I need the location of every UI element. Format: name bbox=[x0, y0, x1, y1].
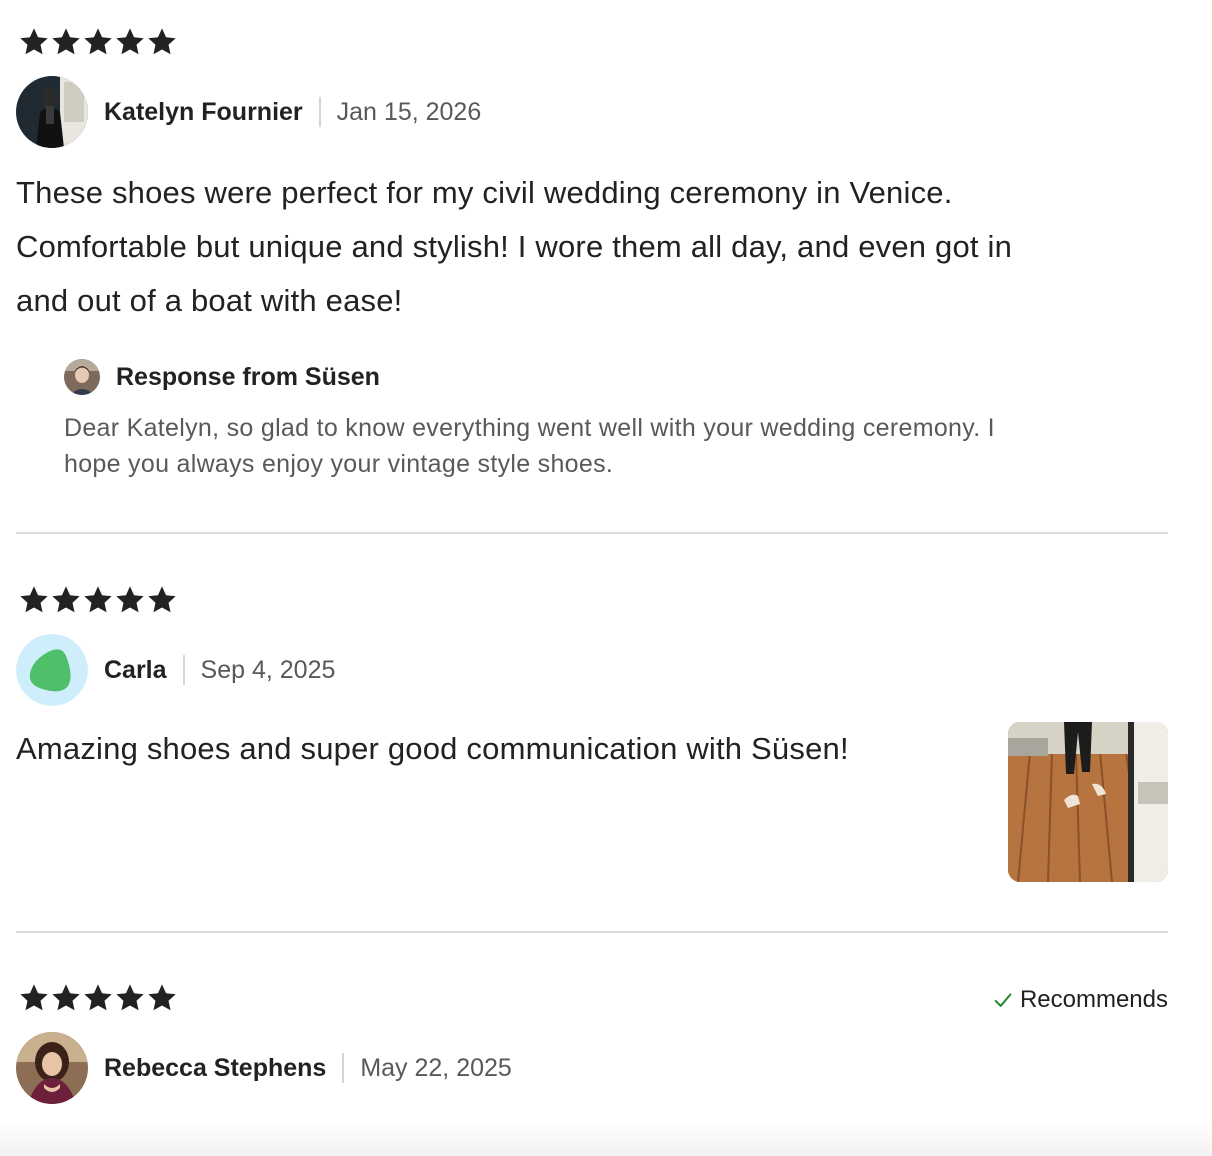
star-icon bbox=[146, 982, 178, 1014]
rating-stars bbox=[18, 26, 178, 60]
star-icon bbox=[82, 584, 114, 616]
star-icon bbox=[146, 584, 178, 616]
review-text: These shoes were perfect for my civil we… bbox=[16, 166, 1012, 328]
rating-stars bbox=[18, 982, 178, 1016]
star-icon bbox=[114, 584, 146, 616]
reviewer-name[interactable]: Carla bbox=[104, 656, 167, 685]
reviewer-byline: Katelyn Fournier Jan 15, 2026 bbox=[16, 76, 481, 148]
review-text-line: Comfortable but unique and stylish! I wo… bbox=[16, 229, 1013, 264]
reviewer-name[interactable]: Rebecca Stephens bbox=[104, 1054, 326, 1083]
star-icon bbox=[114, 26, 146, 58]
avatar[interactable] bbox=[16, 634, 88, 706]
recommends-badge: Recommends bbox=[992, 986, 1168, 1014]
star-icon bbox=[50, 584, 82, 616]
byline-divider bbox=[182, 655, 185, 685]
star-icon bbox=[18, 584, 50, 616]
byline-divider bbox=[318, 97, 321, 127]
reviewer-name[interactable]: Katelyn Fournier bbox=[104, 98, 303, 127]
review-text: Amazing shoes and super good communicati… bbox=[16, 731, 849, 766]
byline-divider bbox=[342, 1053, 345, 1083]
recommends-label: Recommends bbox=[1019, 986, 1168, 1013]
star-icon bbox=[114, 982, 146, 1014]
response-title: Response from Süsen bbox=[116, 362, 380, 391]
reviews-list: Katelyn Fournier Jan 15, 2026 These shoe… bbox=[0, 0, 1212, 1156]
star-icon bbox=[82, 26, 114, 58]
star-icon bbox=[82, 982, 114, 1014]
star-icon bbox=[50, 26, 82, 58]
reviewer-byline: Rebecca Stephens May 22, 2025 bbox=[16, 1032, 512, 1104]
rating-stars bbox=[18, 584, 178, 618]
review-date: May 22, 2025 bbox=[360, 1053, 512, 1082]
star-icon bbox=[18, 26, 50, 58]
response-text-line: Dear Katelyn, so glad to know everything… bbox=[64, 414, 995, 442]
seller-response: Response from Süsen Dear Katelyn, so gla… bbox=[64, 358, 1144, 482]
review-date: Jan 15, 2026 bbox=[336, 97, 482, 126]
review-photo[interactable] bbox=[1008, 722, 1168, 882]
response-text: Dear Katelyn, so glad to know everything… bbox=[64, 410, 1144, 482]
review-text-line: and out of a boat with ease! bbox=[16, 283, 403, 318]
star-icon bbox=[18, 982, 50, 1014]
bottom-fade bbox=[0, 1120, 1212, 1156]
reviewer-byline: Carla Sep 4, 2025 bbox=[16, 634, 335, 706]
check-icon bbox=[992, 989, 1020, 1011]
review-text-line: These shoes were perfect for my civil we… bbox=[16, 175, 953, 210]
seller-avatar bbox=[64, 359, 100, 395]
star-icon bbox=[50, 982, 82, 1014]
review-date: Sep 4, 2025 bbox=[200, 655, 336, 684]
response-text-line: hope you always enjoy your vintage style… bbox=[64, 450, 614, 478]
star-icon bbox=[146, 26, 178, 58]
review-divider bbox=[16, 532, 1168, 534]
review-divider bbox=[16, 931, 1168, 933]
avatar[interactable] bbox=[16, 76, 88, 148]
avatar[interactable] bbox=[16, 1032, 88, 1104]
